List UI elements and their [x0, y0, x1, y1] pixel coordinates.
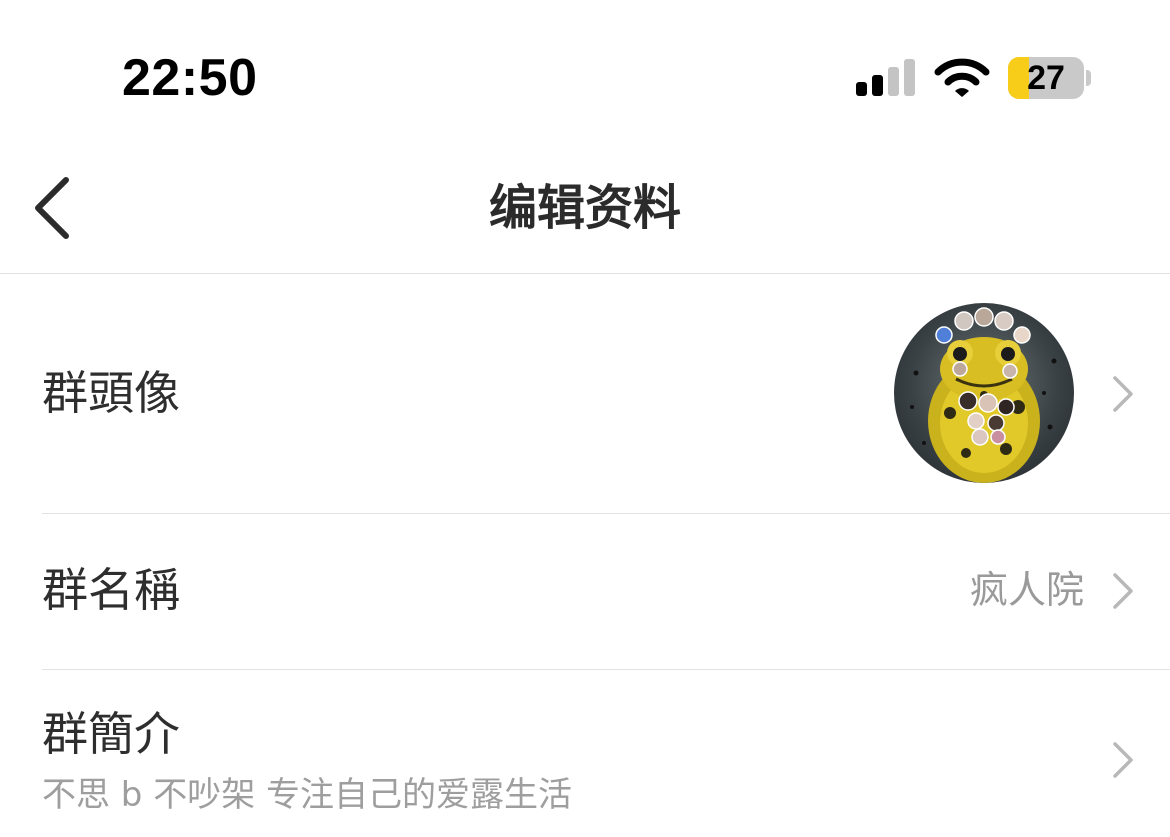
chevron-right-icon [1113, 742, 1133, 778]
nav-bar: 编辑资料 [0, 140, 1170, 274]
row-group-description[interactable]: 群簡介 不思 b 不吵架 专注自己的爱露生活 [0, 670, 1170, 837]
status-time: 22:50 [122, 49, 258, 107]
status-bar: 22:50 27 [0, 0, 1170, 140]
battery-level-text: 27 [1027, 59, 1065, 97]
chevron-right-icon [1113, 376, 1133, 412]
group-name-value: 疯人院 [969, 568, 1084, 612]
row-group-avatar[interactable]: 群頭像 [0, 274, 1170, 513]
page-title: 编辑资料 [488, 180, 681, 236]
wifi-icon [934, 58, 990, 97]
battery-icon: 27 [1008, 57, 1084, 99]
row-label-group-description: 群簡介 [42, 707, 180, 761]
chevron-right-icon [1113, 573, 1133, 609]
battery-cap [1086, 70, 1091, 86]
row-label-group-avatar: 群頭像 [42, 366, 180, 420]
cellular-signal-icon [856, 59, 915, 96]
group-description-text: 不思 b 不吵架 专注自己的爱露生活 [42, 775, 573, 815]
row-group-name[interactable]: 群名稱 疯人院 [0, 514, 1170, 669]
group-avatar-image [910, 307, 1057, 483]
group-avatar[interactable] [894, 303, 1074, 483]
row-label-group-name: 群名稱 [42, 563, 180, 617]
